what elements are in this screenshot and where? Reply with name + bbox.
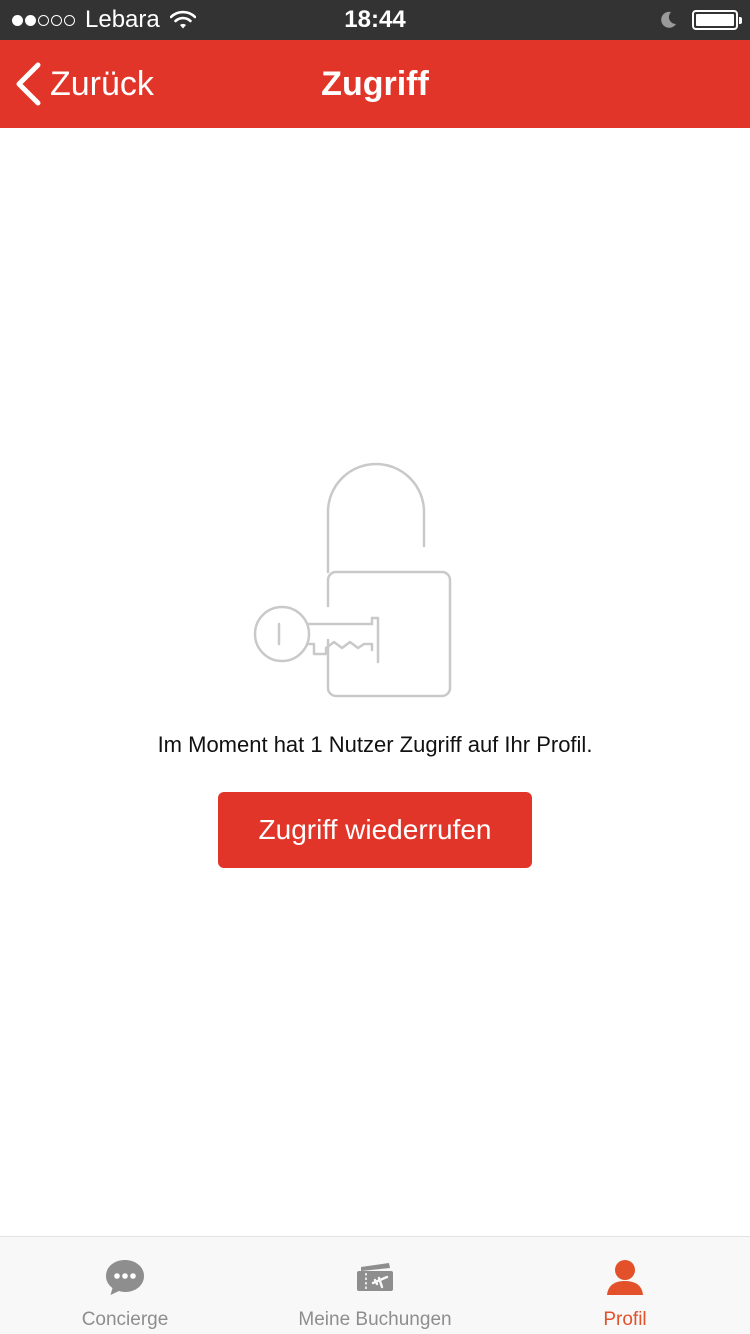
tab-concierge[interactable]: Concierge <box>0 1237 250 1334</box>
chat-bubble-icon <box>106 1260 144 1295</box>
back-label: Zurück <box>50 64 154 103</box>
access-message: Im Moment hat 1 Nutzer Zugriff auf Ihr P… <box>157 732 593 757</box>
tab-profil[interactable]: Profil <box>500 1237 750 1334</box>
padlock-key-icon <box>253 462 452 698</box>
person-icon <box>607 1260 643 1295</box>
battery-icon <box>692 10 742 30</box>
nav-bar: Zurück Zugriff <box>0 40 750 128</box>
status-time: 18:44 <box>344 6 406 33</box>
tab-label: Concierge <box>81 1309 169 1330</box>
tab-label: Profil <box>603 1309 647 1330</box>
tab-meine-buchungen[interactable]: Meine Buchungen <box>250 1237 500 1334</box>
ticket-icon <box>357 1263 393 1291</box>
chevron-left-icon <box>16 62 41 106</box>
back-button[interactable]: Zurück <box>14 40 154 128</box>
tab-label: Meine Buchungen <box>298 1309 452 1330</box>
moon-icon <box>661 11 676 28</box>
revoke-access-button[interactable]: Zugriff wiederrufen <box>218 792 532 868</box>
tab-bar: Concierge Meine Buchungen Profil <box>0 1236 750 1334</box>
status-bar: Lebara 18:44 <box>0 0 750 40</box>
main-content: Im Moment hat 1 Nutzer Zugriff auf Ihr P… <box>0 128 750 1236</box>
status-right <box>658 0 742 40</box>
